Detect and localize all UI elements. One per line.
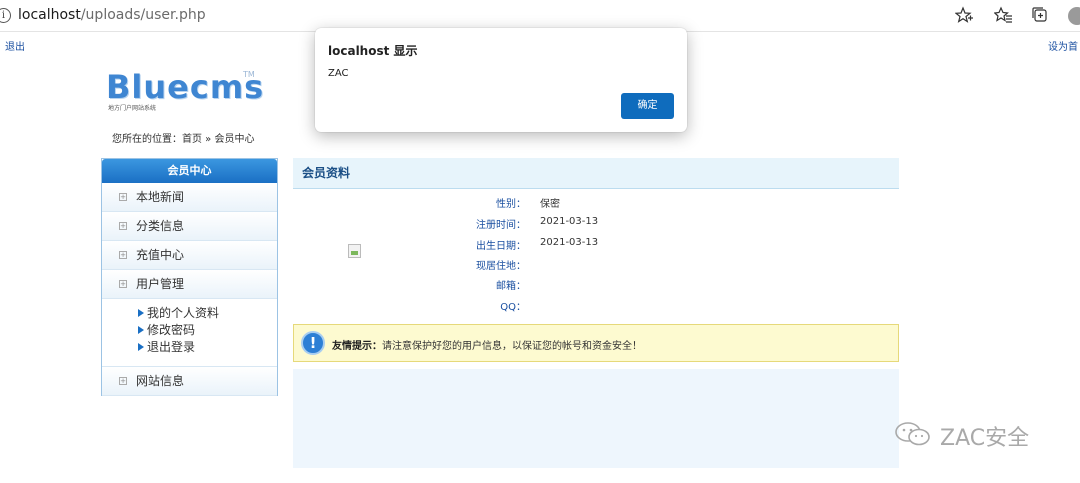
notice-text: 友情提示：请注意保护好您的用户信息，以保证您的帐号和资金安全！ (332, 337, 642, 352)
dialog-message: ZAC (328, 68, 349, 79)
submenu-label: 退出登录 (147, 340, 196, 354)
logout-link[interactable]: 退出 (5, 38, 25, 53)
member-sidebar: 会员中心 + 本地新闻 + 分类信息 + 充值中心 + 用户管理 我的个人资料 … (101, 158, 278, 396)
exclamation-icon: ! (301, 331, 325, 355)
field-label-qq: QQ： (500, 302, 526, 313)
field-label-gender: 性别： (496, 199, 526, 210)
collections-icon[interactable] (1030, 6, 1050, 26)
sidebar-title: 会员中心 (102, 159, 277, 183)
set-homepage-link[interactable]: 设为首 (1048, 38, 1078, 53)
sidebar-item-recharge[interactable]: + 充值中心 (102, 241, 277, 270)
logo-trademark: TM (243, 70, 255, 79)
sidebar-item-label: 充值中心 (136, 248, 185, 262)
expand-icon: + (119, 377, 127, 385)
notice-body: 请注意保护好您的用户信息，以保证您的帐号和资金安全！ (382, 341, 642, 352)
field-value-gender: 保密 (540, 199, 560, 210)
submenu-my-profile[interactable]: 我的个人资料 (138, 305, 277, 322)
logo-subtitle: 地方门户网站系统 (108, 105, 157, 112)
ok-button[interactable]: 确定 (621, 93, 674, 119)
site-info-icon[interactable]: i (0, 8, 11, 23)
watermark-text: ZAC安全 (940, 426, 1030, 451)
site-logo[interactable]: Bluecms (106, 68, 264, 106)
expand-icon: + (119, 280, 127, 288)
arrow-right-icon (138, 343, 144, 351)
expand-icon: + (119, 251, 127, 259)
content-panel (293, 369, 899, 468)
arrow-right-icon (138, 309, 144, 317)
submenu-change-password[interactable]: 修改密码 (138, 322, 277, 339)
field-value-birthday: 2021-03-13 (540, 237, 599, 248)
field-label-residence: 现居住地： (476, 261, 526, 272)
submenu-label: 我的个人资料 (147, 306, 220, 320)
field-label-email: 邮箱： (496, 281, 526, 292)
field-value-registered: 2021-03-13 (540, 216, 599, 227)
field-label-birthday: 出生日期： (476, 241, 526, 252)
user-management-submenu: 我的个人资料 修改密码 退出登录 (102, 299, 277, 367)
favorites-icon[interactable] (993, 6, 1013, 26)
expand-icon: + (119, 193, 127, 201)
sidebar-item-label: 用户管理 (136, 277, 185, 291)
expand-icon: + (119, 222, 127, 230)
wechat-icon (895, 422, 930, 446)
url-host: localhost (18, 7, 81, 23)
notice-title: 友情提示： (332, 341, 382, 352)
sidebar-item-label: 网站信息 (136, 374, 185, 388)
sidebar-item-local-news[interactable]: + 本地新闻 (102, 183, 277, 212)
security-notice: ! 友情提示：请注意保护好您的用户信息，以保证您的帐号和资金安全！ (293, 324, 899, 362)
field-label-registered: 注册时间： (476, 220, 526, 231)
breadcrumb: 您所在的位置：首页 » 会员中心 (112, 134, 255, 145)
submenu-logout[interactable]: 退出登录 (138, 339, 277, 356)
arrow-right-icon (138, 326, 144, 334)
sidebar-item-user-management[interactable]: + 用户管理 (102, 270, 277, 299)
address-bar[interactable]: localhost/uploads/user.php (18, 7, 206, 23)
sidebar-item-label: 本地新闻 (136, 190, 185, 204)
sidebar-item-site-info[interactable]: + 网站信息 (102, 367, 277, 396)
submenu-label: 修改密码 (147, 323, 196, 337)
dialog-title: localhost 显示 (328, 44, 418, 58)
sidebar-item-classifieds[interactable]: + 分类信息 (102, 212, 277, 241)
profile-icon[interactable] (1068, 7, 1080, 25)
url-path: /uploads/user.php (80, 7, 206, 23)
sidebar-item-label: 分类信息 (136, 219, 185, 233)
star-add-icon[interactable] (954, 6, 974, 26)
profile-section-header: 会员资料 (293, 158, 899, 189)
alert-dialog: localhost 显示 ZAC 确定 (315, 28, 687, 132)
